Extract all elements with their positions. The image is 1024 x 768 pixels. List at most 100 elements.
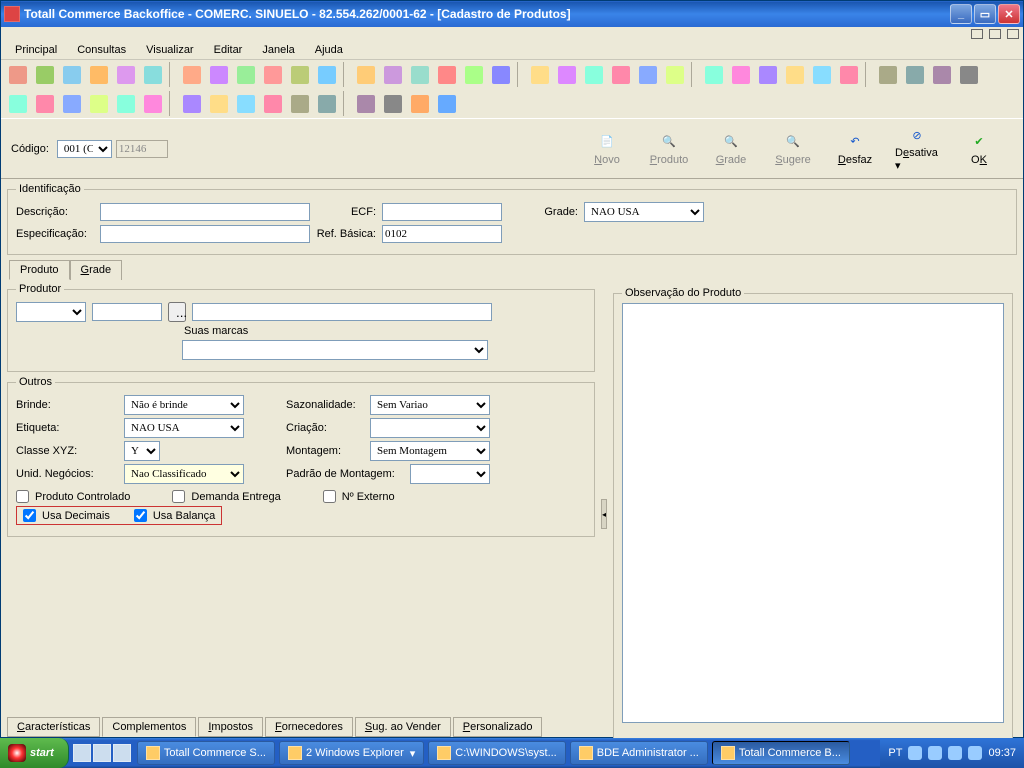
toolbar-button[interactable] — [32, 91, 57, 116]
toolbar-button[interactable] — [380, 62, 405, 87]
menu-janela[interactable]: Janela — [252, 41, 304, 59]
tab-personalizado[interactable]: Personalizado — [453, 717, 543, 737]
sugere-button[interactable]: 🔍 Sugere — [771, 132, 815, 166]
toolbar-button[interactable] — [59, 91, 84, 116]
desativa-button[interactable]: ⊘ Desativa ▾ — [895, 125, 939, 172]
toolbar-button[interactable] — [836, 62, 861, 87]
novo-button[interactable]: 📄 NNovoovo — [585, 132, 629, 166]
toolbar-button[interactable] — [782, 62, 807, 87]
unid-select[interactable]: Nao Classificado — [124, 464, 244, 484]
toolbar-button[interactable] — [233, 62, 258, 87]
menu-consultas[interactable]: Consultas — [67, 41, 136, 59]
ecf-input[interactable] — [382, 203, 502, 221]
toolbar-button[interactable] — [809, 62, 834, 87]
toolbar-button[interactable] — [179, 62, 204, 87]
tray-icon[interactable] — [908, 746, 922, 760]
toolbar-button[interactable] — [407, 62, 432, 87]
ok-button[interactable]: ✔ OK — [957, 132, 1001, 166]
toolbar-button[interactable] — [434, 62, 459, 87]
classe-select[interactable]: Y — [124, 441, 160, 461]
tab-complementos[interactable]: Complementos — [102, 717, 196, 737]
toolbar-button[interactable] — [407, 91, 432, 116]
toolbar-button[interactable] — [59, 62, 84, 87]
toolbar-button[interactable] — [287, 62, 312, 87]
suas-marcas-select[interactable] — [182, 340, 488, 360]
toolbar-button[interactable] — [86, 91, 111, 116]
toolbar-button[interactable] — [179, 91, 204, 116]
no-externo-check[interactable]: Nº Externo — [323, 490, 395, 503]
toolbar-button[interactable] — [635, 62, 660, 87]
taskbar-task[interactable]: BDE Administrator ... — [570, 741, 708, 765]
toolbar-button[interactable] — [875, 62, 900, 87]
grade-button[interactable]: 🔍 Grade — [709, 132, 753, 166]
tray-icon[interactable] — [968, 746, 982, 760]
usa-decimais-check[interactable]: Usa Decimais — [23, 509, 110, 522]
toolbar-button[interactable] — [662, 62, 687, 87]
close-button[interactable]: ✕ — [998, 4, 1020, 24]
produtor-name-input[interactable] — [192, 303, 492, 321]
mdi-close-icon[interactable] — [1007, 29, 1019, 39]
produtor-id-input[interactable] — [92, 303, 162, 321]
menu-principal[interactable]: Principal — [5, 41, 67, 59]
tab-fornecedores[interactable]: Fornecedores — [265, 717, 353, 737]
toolbar-button[interactable] — [5, 91, 30, 116]
start-button[interactable]: start — [0, 738, 69, 768]
mdi-restore-icon[interactable] — [989, 29, 1001, 39]
toolbar-button[interactable] — [140, 91, 165, 116]
toolbar-button[interactable] — [755, 62, 780, 87]
brinde-select[interactable]: Não é brinde — [124, 395, 244, 415]
minimize-button[interactable]: _ — [950, 4, 972, 24]
toolbar-button[interactable] — [113, 91, 138, 116]
montagem-select[interactable]: Sem Montagem — [370, 441, 490, 461]
toolbar-button[interactable] — [260, 62, 285, 87]
toolbar-button[interactable] — [902, 62, 927, 87]
toolbar-button[interactable] — [353, 62, 378, 87]
toolbar-button[interactable] — [956, 62, 981, 87]
sazonalidade-select[interactable]: Sem Variao — [370, 395, 490, 415]
criacao-select[interactable] — [370, 418, 490, 438]
menu-ajuda[interactable]: Ajuda — [305, 41, 353, 59]
toolbar-button[interactable] — [260, 91, 285, 116]
toolbar-button[interactable] — [140, 62, 165, 87]
language-indicator[interactable]: PT — [888, 747, 902, 759]
toolbar-button[interactable] — [488, 62, 513, 87]
taskbar-task[interactable]: 2 Windows Explorer▾ — [279, 741, 424, 765]
quick-launch-icon[interactable] — [73, 744, 91, 762]
toolbar-button[interactable] — [314, 91, 339, 116]
tray-icon[interactable] — [948, 746, 962, 760]
toolbar-button[interactable] — [233, 91, 258, 116]
toolbar-button[interactable] — [929, 62, 954, 87]
tab-caracteristicas[interactable]: Características — [7, 717, 100, 737]
demanda-entrega-check[interactable]: Demanda Entrega — [172, 490, 280, 503]
toolbar-button[interactable] — [701, 62, 726, 87]
observacao-textarea[interactable] — [622, 303, 1004, 723]
desfaz-button[interactable]: ↶ Desfaz — [833, 132, 877, 166]
tab-grade[interactable]: Grade — [70, 260, 123, 280]
tab-produto[interactable]: Produto — [9, 260, 70, 280]
taskbar-task[interactable]: C:\WINDOWS\syst... — [428, 741, 565, 765]
quick-launch-icon[interactable] — [113, 744, 131, 762]
toolbar-button[interactable] — [608, 62, 633, 87]
tab-sug-vender[interactable]: Sug. ao Vender — [355, 717, 451, 737]
mdi-minimize-icon[interactable] — [971, 29, 983, 39]
menu-editar[interactable]: Editar — [204, 41, 253, 59]
toolbar-button[interactable] — [314, 62, 339, 87]
produto-controlado-check[interactable]: Produto Controlado — [16, 490, 130, 503]
quick-launch-icon[interactable] — [93, 744, 111, 762]
toolbar-button[interactable] — [113, 62, 138, 87]
taskbar-task[interactable]: Totall Commerce B... — [712, 741, 850, 765]
padrao-select[interactable] — [410, 464, 490, 484]
codigo-combo[interactable]: 001 (C) — [57, 140, 112, 158]
etiqueta-select[interactable]: NAO USA — [124, 418, 244, 438]
especificacao-input[interactable] — [100, 225, 310, 243]
toolbar-button[interactable] — [206, 91, 231, 116]
produtor-lookup-button[interactable]: ... — [168, 302, 186, 322]
maximize-button[interactable]: ▭ — [974, 4, 996, 24]
descricao-input[interactable] — [100, 203, 310, 221]
toolbar-button[interactable] — [728, 62, 753, 87]
toolbar-button[interactable] — [353, 91, 378, 116]
toolbar-button[interactable] — [32, 62, 57, 87]
produtor-type-select[interactable] — [16, 302, 86, 322]
toolbar-button[interactable] — [5, 62, 30, 87]
toolbar-button[interactable] — [527, 62, 552, 87]
